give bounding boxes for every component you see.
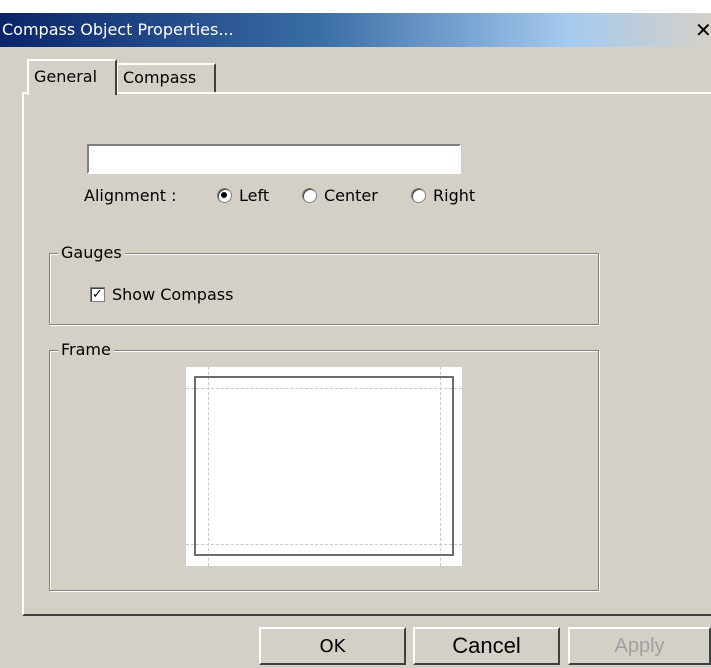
alignment-center-label: Center — [324, 186, 378, 205]
close-icon[interactable]: ✕ — [695, 18, 711, 42]
gauges-group-title: Gauges — [58, 243, 125, 262]
frame-preview[interactable] — [186, 367, 462, 566]
caption-text-input[interactable] — [87, 144, 461, 174]
cancel-button[interactable]: Cancel — [413, 627, 560, 665]
checkmark-icon: ✓ — [90, 287, 105, 302]
frame-group-title: Frame — [58, 340, 114, 359]
alignment-label: Alignment : — [84, 186, 177, 205]
show-compass-label: Show Compass — [112, 285, 234, 304]
title-bar[interactable]: Compass Object Properties... ✕ — [0, 13, 711, 47]
ok-button[interactable]: OK — [259, 627, 406, 665]
alignment-left-radio[interactable]: Left — [217, 186, 269, 205]
radio-selected-icon — [217, 188, 232, 203]
frame-border — [194, 376, 454, 556]
tab-general[interactable]: General — [27, 59, 117, 95]
radio-unselected-icon — [302, 188, 317, 203]
radio-unselected-icon — [411, 188, 426, 203]
top-strip — [0, 0, 711, 13]
alignment-left-label: Left — [239, 186, 270, 205]
tab-compass[interactable]: Compass — [116, 63, 216, 92]
apply-button[interactable]: Apply — [568, 627, 711, 665]
window-title: Compass Object Properties... — [2, 20, 234, 39]
show-compass-checkbox[interactable]: ✓ Show Compass — [90, 285, 233, 304]
alignment-right-label: Right — [433, 186, 476, 205]
alignment-right-radio[interactable]: Right — [411, 186, 475, 205]
alignment-center-radio[interactable]: Center — [302, 186, 378, 205]
